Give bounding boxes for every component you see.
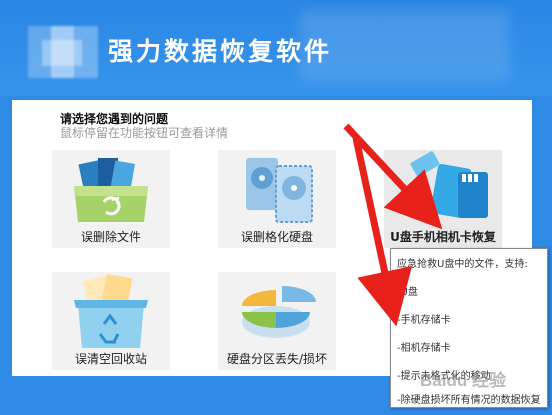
card-label: U盘手机相机卡恢复 xyxy=(390,230,496,244)
card-label: 硬盘分区丢失/损坏 xyxy=(226,352,328,366)
tooltip-intro: 应急抢救U盘中的文件，支持: xyxy=(397,259,528,270)
recycle-bin-icon xyxy=(74,273,148,348)
prompt-subtitle: 鼠标停留在功能按钮可查看详情 xyxy=(60,126,229,140)
card-label: 误清空回收站 xyxy=(74,352,147,366)
app-logo-icon xyxy=(28,26,98,78)
baidu-watermark: Baidu 经验 xyxy=(420,371,506,390)
tooltip-item: -手机存储卡 xyxy=(397,315,451,326)
card-label: 误删除文件 xyxy=(80,230,141,244)
card-partition-lost[interactable]: 硬盘分区丢失/损坏 xyxy=(218,272,336,370)
app-title: 强力数据恢复软件 xyxy=(108,37,333,66)
card-label: 误删格化硬盘 xyxy=(240,230,313,244)
usb-sd-card-icon xyxy=(410,151,488,218)
card-usb-phone-camera[interactable]: U盘手机相机卡恢复 xyxy=(384,150,502,248)
tooltip-item: -除硬盘损坏所有情况的数据恢复 xyxy=(397,395,541,406)
card-recycle-bin[interactable]: 误清空回收站 xyxy=(52,272,170,370)
card-formatted-disk[interactable]: 误删格化硬盘 xyxy=(218,150,336,248)
folder-delete-icon xyxy=(74,158,148,222)
tooltip-item: -相机存储卡 xyxy=(397,343,451,354)
hard-disk-icon xyxy=(246,158,313,223)
pie-partition-icon xyxy=(242,286,316,338)
tooltip-item: -U盘 xyxy=(397,287,418,298)
card-deleted-files[interactable]: 误删除文件 xyxy=(52,150,170,248)
